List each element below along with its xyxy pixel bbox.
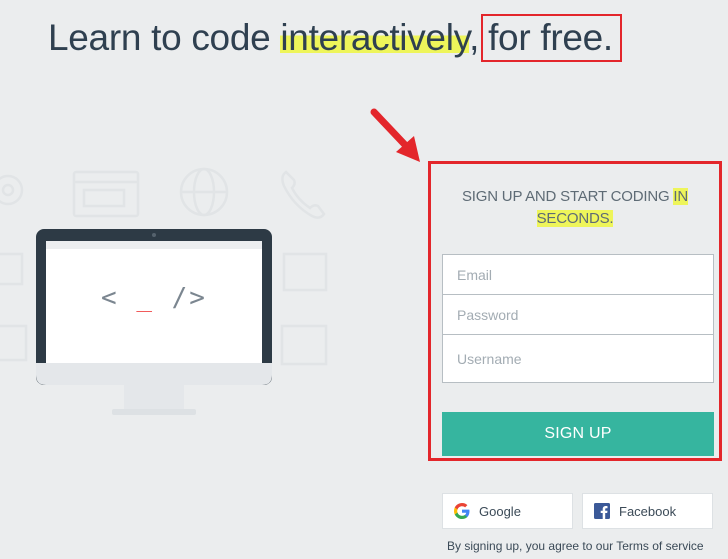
signup-panel: SIGN UP AND START CODING IN SECONDS. SIG…	[428, 161, 722, 461]
bg-phone-icon	[281, 170, 326, 219]
bg-box-icon	[0, 324, 28, 362]
bg-browser-icon	[72, 170, 140, 218]
facebook-label: Facebook	[619, 503, 677, 519]
terms-prefix: By signing up, you agree to our	[447, 539, 617, 553]
google-label: Google	[479, 503, 521, 519]
code-cursor: _	[136, 283, 154, 313]
page-headline: Learn to code interactively, for free.	[48, 14, 622, 62]
headline-comma: ,	[469, 17, 480, 58]
bg-box-icon	[0, 252, 24, 286]
terms-notice: By signing up, you agree to our Terms of…	[447, 539, 704, 553]
headline-boxed-text: for free.	[481, 14, 622, 62]
code-symbol: < _ />	[36, 283, 272, 313]
facebook-icon	[594, 503, 610, 519]
headline-highlight: interactively	[280, 17, 470, 58]
facebook-signin-button[interactable]: Facebook	[582, 493, 713, 529]
signup-title-highlight-2: SECONDS.	[536, 210, 614, 227]
headline-text: Learn to code	[48, 17, 281, 58]
google-icon	[454, 503, 470, 519]
signup-title: SIGN UP AND START CODING IN SECONDS.	[445, 186, 705, 230]
signup-fields	[442, 254, 714, 383]
monitor-illustration: < _ />	[36, 229, 272, 422]
bg-box-icon	[282, 252, 328, 292]
username-field[interactable]	[443, 335, 713, 382]
signup-title-text: SIGN UP AND START CODING	[461, 188, 674, 205]
google-signin-button[interactable]: Google	[442, 493, 573, 529]
code-right: />	[154, 283, 207, 313]
password-field[interactable]	[443, 295, 713, 335]
bg-box-icon	[280, 324, 328, 366]
signup-title-highlight-1: IN	[673, 188, 689, 205]
signup-button[interactable]: SIGN UP	[442, 412, 714, 456]
email-field[interactable]	[443, 255, 713, 295]
arrow-annotation-icon	[370, 108, 420, 162]
terms-link[interactable]: Terms of service	[616, 539, 703, 553]
bg-globe-icon	[179, 167, 229, 217]
code-left: <	[101, 283, 137, 313]
bg-gear-icon	[0, 174, 24, 206]
monitor-icon	[36, 229, 272, 415]
